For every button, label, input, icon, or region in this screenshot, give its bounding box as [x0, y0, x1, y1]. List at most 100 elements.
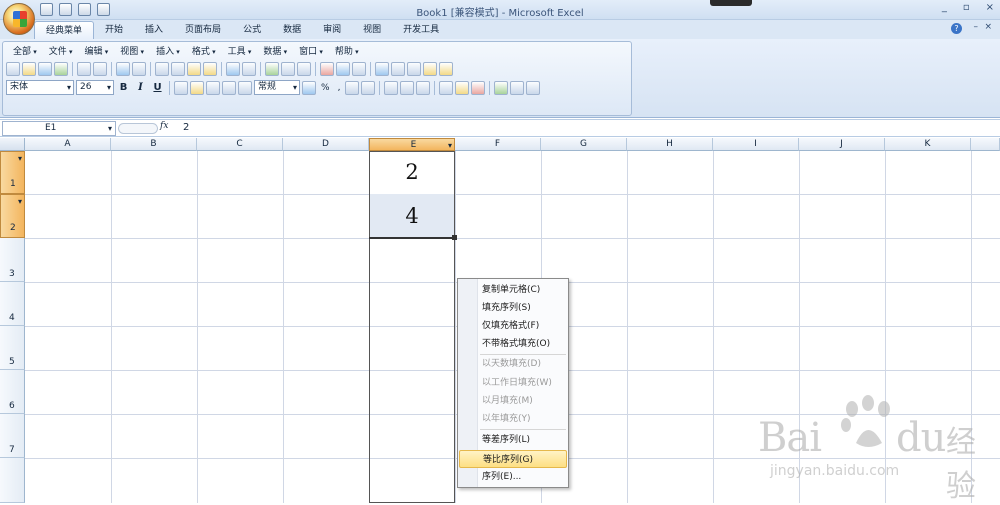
align-center-icon[interactable]: [190, 80, 204, 95]
format-painter-icon[interactable]: [203, 62, 217, 76]
hyperlink-icon[interactable]: [265, 62, 279, 76]
help-icon[interactable]: ?: [951, 23, 962, 34]
row-header-4[interactable]: 4: [0, 282, 25, 326]
merge-center-icon[interactable]: [222, 80, 236, 95]
decrease-indent-icon[interactable]: [384, 80, 399, 95]
ribbon-close-icon[interactable]: ×: [984, 22, 992, 32]
decrease-decimal-icon[interactable]: [361, 80, 376, 95]
ribbon-minimize-icon[interactable]: –: [974, 22, 979, 32]
menu-tools[interactable]: 工具: [222, 45, 258, 59]
tab-home[interactable]: 开始: [94, 21, 134, 39]
column-header-f[interactable]: F: [455, 138, 541, 151]
menu-item-fill-series[interactable]: 填充序列(S): [482, 299, 531, 317]
column-header-e[interactable]: E: [369, 138, 455, 152]
tab-review[interactable]: 审阅: [312, 21, 352, 39]
sort-ascending-icon[interactable]: [320, 62, 334, 76]
increase-indent-icon[interactable]: [400, 80, 415, 95]
minimize-button[interactable]: _: [942, 2, 947, 13]
row-header-8[interactable]: [0, 458, 25, 503]
wrap-icon[interactable]: [238, 80, 252, 95]
menu-edit[interactable]: 编辑: [79, 45, 115, 59]
menu-window[interactable]: 窗口: [293, 45, 329, 59]
formula-bar-resizer[interactable]: [118, 123, 158, 134]
menu-insert[interactable]: 插入: [150, 45, 186, 59]
comma-button[interactable]: ,: [335, 80, 344, 95]
bold-button[interactable]: B: [116, 80, 131, 95]
folder-icon[interactable]: [439, 62, 453, 76]
font-size-select[interactable]: 26: [76, 80, 114, 95]
redo-icon[interactable]: [242, 62, 256, 76]
column-header-g[interactable]: G: [541, 138, 627, 151]
open-icon[interactable]: [22, 62, 36, 76]
print-preview-icon[interactable]: [93, 62, 107, 76]
pivot-icon[interactable]: [391, 62, 405, 76]
menu-item-fill-without-formatting[interactable]: 不带格式填充(O): [482, 335, 550, 353]
tab-page-layout[interactable]: 页面布局: [174, 21, 232, 39]
italic-button[interactable]: I: [133, 80, 148, 95]
row-header-7[interactable]: 7: [0, 414, 25, 458]
menu-all[interactable]: 全部: [7, 45, 43, 59]
select-all-corner[interactable]: [0, 138, 25, 151]
formula-input[interactable]: 2: [183, 122, 189, 133]
borders-icon[interactable]: [439, 80, 454, 95]
row-header-5[interactable]: 5: [0, 326, 25, 370]
font-color-icon[interactable]: [471, 80, 486, 95]
image-icon[interactable]: [494, 80, 509, 95]
column-header-h[interactable]: H: [627, 138, 713, 151]
number-format-select[interactable]: 常规: [254, 80, 300, 95]
increase-decimal-icon[interactable]: [345, 80, 360, 95]
align-left-icon[interactable]: [174, 80, 188, 95]
sort-descending-icon[interactable]: [336, 62, 350, 76]
save-icon[interactable]: [38, 62, 52, 76]
menu-file[interactable]: 文件: [43, 45, 79, 59]
undo-icon[interactable]: [226, 62, 240, 76]
tab-data[interactable]: 数据: [272, 21, 312, 39]
row-header-6[interactable]: 6: [0, 370, 25, 414]
row-header-2[interactable]: 2: [0, 194, 25, 238]
row-header-3[interactable]: 3: [0, 238, 25, 282]
menu-item-fill-formats-only[interactable]: 仅填充格式(F): [482, 317, 539, 335]
filter-icon[interactable]: [352, 62, 366, 76]
currency-icon[interactable]: [302, 80, 316, 95]
paste-icon[interactable]: [187, 62, 201, 76]
menu-format[interactable]: 格式: [186, 45, 222, 59]
tab-formulas[interactable]: 公式: [232, 21, 272, 39]
font-name-select[interactable]: 宋体: [6, 80, 74, 95]
drawing-icon[interactable]: [423, 62, 437, 76]
function-icon[interactable]: [297, 62, 311, 76]
insert-function-icon[interactable]: fx: [160, 121, 168, 131]
menu-help[interactable]: 帮助: [329, 45, 365, 59]
menu-item-copy-cells[interactable]: 复制单元格(C): [482, 281, 540, 299]
chart-icon[interactable]: [375, 62, 389, 76]
permission-icon[interactable]: [54, 62, 68, 76]
column-header-d[interactable]: D: [283, 138, 369, 151]
cell-e2[interactable]: 4: [370, 204, 454, 228]
menu-item-growth-trend[interactable]: 等比序列(G): [459, 450, 567, 468]
research-icon[interactable]: [132, 62, 146, 76]
text-direction-icon[interactable]: [416, 80, 431, 95]
menu-data[interactable]: 数据: [257, 45, 293, 59]
column-header-i[interactable]: I: [713, 138, 799, 151]
align-right-icon[interactable]: [206, 80, 220, 95]
column-header-l[interactable]: [971, 138, 1000, 151]
fill-handle[interactable]: [452, 235, 457, 240]
copy-icon[interactable]: [171, 62, 185, 76]
percent-button[interactable]: %: [318, 80, 333, 95]
tab-view[interactable]: 视图: [352, 21, 392, 39]
autosum-icon[interactable]: [281, 62, 295, 76]
menu-item-linear-trend[interactable]: 等差序列(L): [482, 431, 530, 449]
options-icon[interactable]: [526, 80, 541, 95]
close-button[interactable]: ×: [986, 2, 994, 13]
underline-button[interactable]: U: [150, 80, 165, 95]
tab-insert[interactable]: 插入: [134, 21, 174, 39]
fill-color-icon[interactable]: [455, 80, 470, 95]
menu-view[interactable]: 视图: [114, 45, 150, 59]
row-header-1[interactable]: 1: [0, 151, 25, 194]
cut-icon[interactable]: [155, 62, 169, 76]
new-icon[interactable]: [6, 62, 20, 76]
tab-classic-menu[interactable]: 经典菜单: [34, 21, 95, 39]
column-header-k[interactable]: K: [885, 138, 971, 151]
cell-e1[interactable]: 2: [370, 160, 454, 184]
table-icon[interactable]: [407, 62, 421, 76]
office-button[interactable]: [3, 3, 35, 35]
